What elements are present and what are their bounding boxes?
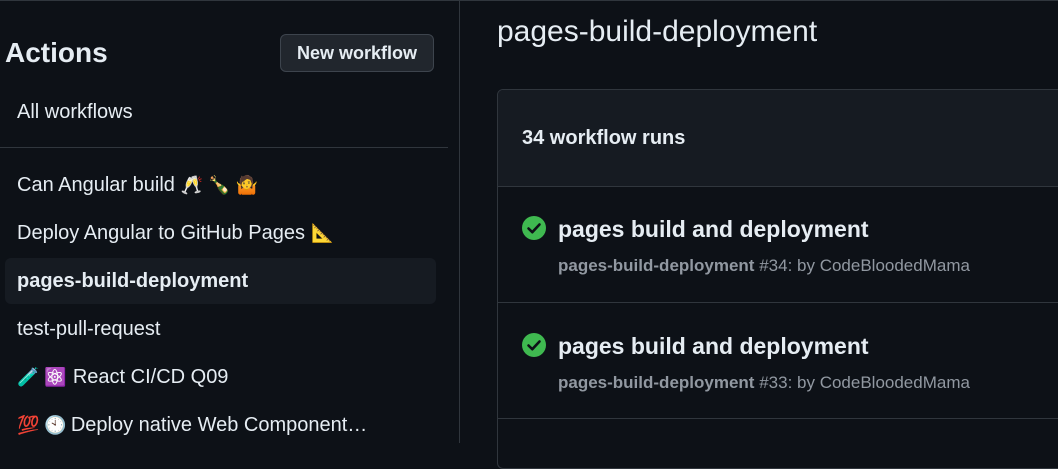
success-check-icon [522,216,546,240]
sidebar-item-pages-build-deployment[interactable]: pages-build-deployment [5,258,436,304]
sidebar-item-label: test-pull-request [17,317,161,340]
success-check-icon [522,333,546,357]
run-meta: pages-build-deployment #34: by CodeBlood… [558,256,970,276]
hundred-clock-icon: 💯 🕙 [17,414,67,435]
workflow-run-row[interactable]: pages build and deployment pages-build-d… [498,187,1058,303]
run-title[interactable]: pages build and deployment [558,333,869,360]
runs-header: 34 workflow runs [498,90,1058,187]
sidebar-item-label: pages-build-deployment [17,269,249,292]
sidebar-item-deploy-web-component[interactable]: 💯 🕙 Deploy native Web Component… [5,402,436,448]
sidebar-item-label: Deploy Angular to GitHub Pages [17,221,305,244]
workflow-run-row[interactable]: pages build and deployment pages-build-d… [498,303,1058,419]
run-meta: pages-build-deployment #33: by CodeBlood… [558,373,970,393]
runs-box: 34 workflow runs pages build and deploym… [497,89,1058,469]
run-workflow-name: pages-build-deployment [558,256,755,275]
sidebar-item-test-pull-request[interactable]: test-pull-request [5,306,436,352]
triangle-ruler-icon: 📐 [310,222,334,243]
main-content: pages-build-deployment 34 workflow runs … [460,0,1058,469]
sidebar-item-label: Deploy native Web Component… [70,413,368,436]
sidebar-item-react-ci-cd[interactable]: 🧪 ⚛️ React CI/CD Q09 [5,354,436,400]
sidebar-item-can-angular-build[interactable]: Can Angular build 🥂 🍾 🤷 [5,162,436,208]
run-details: #33: by CodeBloodedMama [759,373,970,392]
run-details: #34: by CodeBloodedMama [759,256,970,275]
sidebar-item-deploy-angular[interactable]: Deploy Angular to GitHub Pages 📐 [5,210,436,256]
sidebar: Actions New workflow All workflows Can A… [0,0,460,443]
sidebar-separator [0,147,448,148]
emoji-icon: 🥂 🍾 🤷 [180,174,259,195]
sidebar-item-label: React CI/CD Q09 [72,365,229,388]
test-tube-atom-icon: 🧪 ⚛️ [17,366,67,387]
sidebar-title: Actions [5,37,108,68]
sidebar-item-label: Can Angular build [17,173,175,196]
run-count: 34 workflow runs [522,127,686,149]
page-title: pages-build-deployment [497,15,818,48]
all-workflows-link[interactable]: All workflows [17,101,133,124]
run-workflow-name: pages-build-deployment [558,373,755,392]
new-workflow-button[interactable]: New workflow [280,34,434,72]
run-title[interactable]: pages build and deployment [558,216,869,243]
